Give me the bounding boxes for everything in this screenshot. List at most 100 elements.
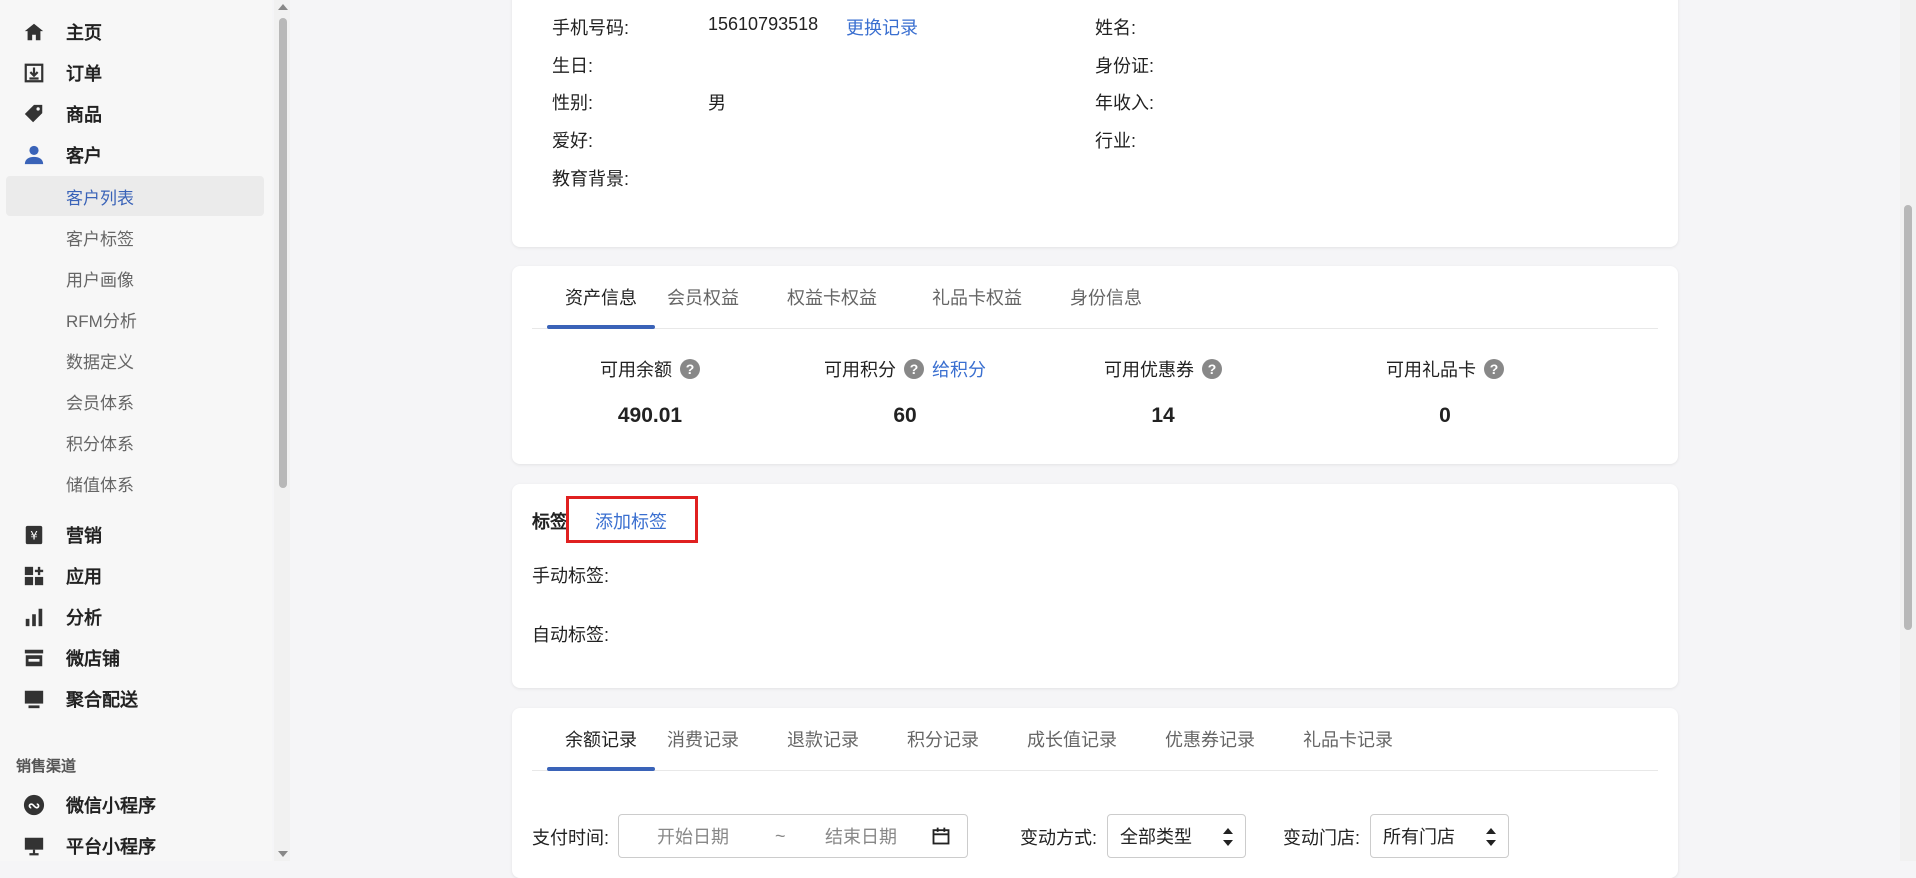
profile-card: 手机号码: 15610793518 更换记录 生日: 性别: 男 爱好: 教育背… — [512, 0, 1678, 247]
tab-benefit-card[interactable]: 权益卡权益 — [787, 266, 877, 328]
tab-refund-records[interactable]: 退款记录 — [787, 708, 859, 770]
nav-delivery[interactable]: 聚合配送 — [0, 681, 272, 717]
tab-gift-card-records[interactable]: 礼品卡记录 — [1303, 708, 1393, 770]
start-date-input[interactable]: 开始日期 — [657, 823, 729, 849]
tab-points-records[interactable]: 积分记录 — [907, 708, 979, 770]
nav-wechat-mini-program[interactable]: 微信小程序 — [0, 787, 272, 823]
nav-label: 微店铺 — [66, 649, 120, 669]
platform-icon — [22, 834, 46, 858]
nav-apps[interactable]: 应用 — [0, 558, 272, 594]
sidebar-item-user-portrait[interactable]: 用户画像 — [6, 258, 264, 298]
store-select[interactable]: 所有门店 — [1370, 814, 1509, 858]
nav-label: 分析 — [66, 608, 102, 628]
sidebar-item-stored-value[interactable]: 储值体系 — [6, 463, 264, 503]
tab-consumption-records[interactable]: 消费记录 — [667, 708, 739, 770]
sidebar-item-points[interactable]: 积分体系 — [6, 422, 264, 462]
stat-coupons: 可用优惠券? 14 — [1033, 356, 1293, 428]
records-card: 余额记录 消费记录 退款记录 积分记录 成长值记录 优惠券记录 礼品卡记录 支付… — [512, 708, 1678, 878]
nav-orders[interactable]: 订单 — [0, 55, 272, 91]
sidebar-scrollbar[interactable] — [274, 0, 290, 861]
change-type-label: 变动方式: — [1020, 828, 1098, 848]
tab-balance-records[interactable]: 余额记录 — [547, 708, 655, 771]
tab-coupon-records[interactable]: 优惠券记录 — [1165, 708, 1255, 770]
stat-value: 0 — [1439, 404, 1451, 427]
change-history-link[interactable]: 更换记录 — [846, 14, 918, 40]
tab-asset-info[interactable]: 资产信息 — [547, 266, 655, 329]
scroll-down-arrow[interactable] — [278, 851, 288, 857]
tab-gift-card-benefits[interactable]: 礼品卡权益 — [932, 266, 1022, 328]
help-icon[interactable]: ? — [1202, 359, 1222, 379]
sidebar-item-data-definition[interactable]: 数据定义 — [6, 340, 264, 380]
nav-label: 平台小程序 — [66, 837, 156, 857]
manual-tags-label: 手动标签: — [532, 566, 610, 586]
phone-value: 15610793518 — [708, 14, 819, 34]
tab-member-benefits[interactable]: 会员权益 — [667, 266, 739, 328]
sidebar-item-label: 会员体系 — [66, 393, 134, 413]
apps-icon — [22, 564, 46, 588]
auto-tags-label: 自动标签: — [532, 625, 610, 645]
sidebar-item-customer-tags[interactable]: 客户标签 — [6, 217, 264, 257]
highlight-box — [566, 496, 698, 543]
calendar-icon[interactable] — [931, 826, 951, 851]
store-icon — [22, 646, 46, 670]
record-tabs: 余额记录 消费记录 退款记录 积分记录 成长值记录 优惠券记录 礼品卡记录 — [532, 708, 1658, 771]
scrollbar-thumb[interactable] — [279, 18, 287, 488]
nav-label: 商品 — [66, 105, 102, 125]
tag-icon — [22, 102, 46, 126]
sidebar-item-membership[interactable]: 会员体系 — [6, 381, 264, 421]
tab-growth-records[interactable]: 成长值记录 — [1027, 708, 1117, 770]
nav-label: 营销 — [66, 526, 102, 546]
nav-label: 客户 — [66, 146, 102, 166]
stat-title: 可用积分 — [824, 360, 896, 380]
sidebar-item-label: 储值体系 — [66, 475, 134, 495]
stat-gift-cards: 可用礼品卡? 0 — [1315, 356, 1575, 428]
nav-analytics[interactable]: 分析 — [0, 599, 272, 635]
nav-microstore[interactable]: 微店铺 — [0, 640, 272, 676]
gender-value: 男 — [708, 93, 726, 113]
change-type-select[interactable]: 全部类型 — [1107, 814, 1246, 858]
nav-label: 主页 — [66, 23, 102, 43]
nav-home[interactable]: 主页 — [0, 14, 272, 50]
asset-tabs: 资产信息 会员权益 权益卡权益 礼品卡权益 身份信息 — [532, 266, 1658, 329]
end-date-input[interactable]: 结束日期 — [825, 823, 897, 849]
give-points-link[interactable]: 给积分 — [932, 356, 986, 382]
stat-title: 可用余额 — [600, 360, 672, 380]
date-range-picker[interactable]: 开始日期 ~ 结束日期 — [618, 814, 968, 858]
svg-text:¥: ¥ — [30, 529, 38, 543]
gender-label: 性别: — [552, 93, 594, 113]
tags-title: 标签 — [532, 512, 568, 532]
sidebar-item-rfm[interactable]: RFM分析 — [6, 299, 264, 339]
monitor-icon — [22, 687, 46, 711]
industry-label: 行业: — [1095, 131, 1137, 151]
sidebar-item-label: 客户列表 — [66, 188, 134, 208]
nav-label: 微信小程序 — [66, 796, 156, 816]
sidebar-item-customer-list[interactable]: 客户列表 — [6, 176, 264, 216]
nav-marketing[interactable]: ¥ 营销 — [0, 517, 272, 553]
help-icon[interactable]: ? — [904, 359, 924, 379]
nav-platform-mini-program[interactable]: 平台小程序 — [0, 828, 272, 861]
pay-time-label: 支付时间: — [532, 828, 610, 848]
sidebar-item-label: 积分体系 — [66, 434, 134, 454]
help-icon[interactable]: ? — [680, 359, 700, 379]
sidebar: 主页 订单 商品 客户 客户列表 客户标签 用户画像 RFM分析 数据定义 会员… — [0, 0, 272, 861]
assets-card: 资产信息 会员权益 权益卡权益 礼品卡权益 身份信息 可用余额? 490.01 … — [512, 266, 1678, 464]
education-label: 教育背景: — [552, 169, 630, 189]
nav-customers[interactable]: 客户 — [0, 137, 272, 173]
hobby-label: 爱好: — [552, 131, 594, 151]
birthday-label: 生日: — [552, 56, 594, 76]
main-scrollbar[interactable] — [1900, 0, 1916, 861]
help-icon[interactable]: ? — [1484, 359, 1504, 379]
scroll-up-arrow[interactable] — [278, 4, 288, 10]
scrollbar-thumb[interactable] — [1904, 205, 1912, 630]
nav-label: 聚合配送 — [66, 690, 138, 710]
range-separator: ~ — [775, 825, 786, 846]
nav-products[interactable]: 商品 — [0, 96, 272, 132]
yen-icon: ¥ — [22, 523, 46, 547]
sidebar-item-label: 用户画像 — [66, 270, 134, 290]
tab-identity-info[interactable]: 身份信息 — [1070, 266, 1142, 328]
income-label: 年收入: — [1095, 93, 1155, 113]
name-label: 姓名: — [1095, 18, 1137, 38]
stat-title: 可用礼品卡 — [1386, 360, 1476, 380]
nav-label: 订单 — [66, 64, 102, 84]
sidebar-item-label: 客户标签 — [66, 229, 134, 249]
